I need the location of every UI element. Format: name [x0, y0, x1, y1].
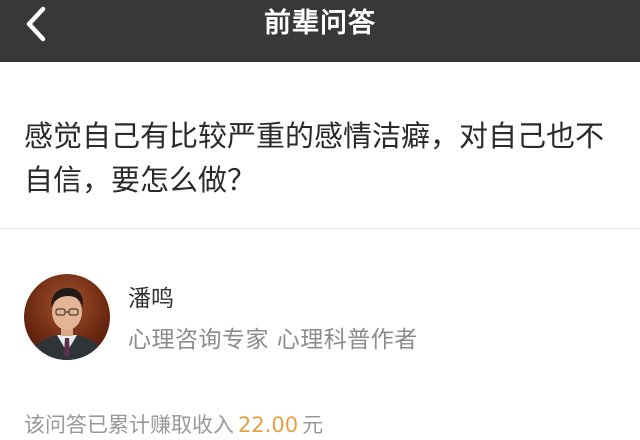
page-title: 前辈问答 [264, 8, 376, 39]
earnings-suffix: 元 [302, 413, 324, 437]
earnings-prefix: 该问答已累计赚取收入 [24, 413, 234, 437]
author-name[interactable]: 潘鸣 [128, 284, 174, 314]
avatar[interactable] [24, 274, 110, 360]
avatar-portrait [30, 288, 104, 360]
author-title: 心理咨询专家 心理科普作者 [128, 327, 418, 353]
earnings-line: 该问答已累计赚取收入 22.00 元 [24, 411, 323, 439]
question-text: 感觉自己有比较严重的感情洁癖，对自己也不自信，要怎么做？ [24, 119, 605, 197]
author-profile[interactable]: 潘鸣 心理咨询专家 心理科普作者 [0, 229, 640, 369]
earnings-amount: 22.00 [238, 413, 299, 437]
question-section: 感觉自己有比较严重的感情洁癖，对自己也不自信，要怎么做？ [0, 62, 640, 228]
nav-bar: 前辈问答 [0, 0, 640, 62]
